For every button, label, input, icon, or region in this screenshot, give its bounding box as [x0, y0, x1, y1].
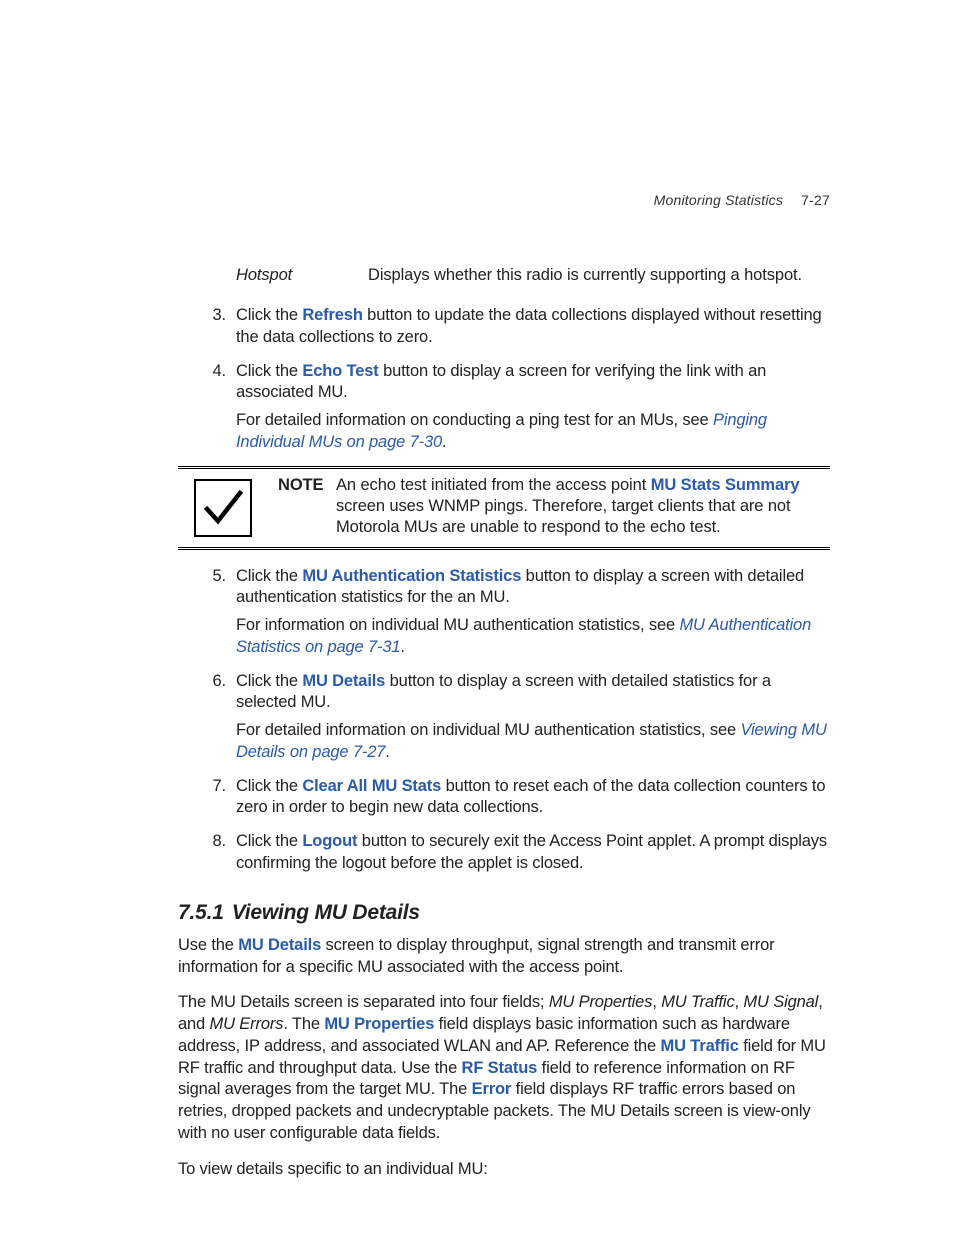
section-title: Viewing MU Details: [232, 901, 420, 924]
header-page-number: 7-27: [801, 192, 830, 208]
paragraph: The MU Details screen is separated into …: [178, 992, 830, 1144]
ui-term-clear-all-mu-stats: Clear All MU Stats: [302, 777, 441, 795]
step-7: 7. Click the Clear All MU Stats button t…: [178, 776, 830, 820]
paragraph: To view details specific to an individua…: [178, 1159, 830, 1181]
step-6: 6. Click the MU Details button to displa…: [178, 671, 830, 764]
step-5: 5. Click the MU Authentication Statistic…: [178, 566, 830, 659]
ui-term-error: Error: [472, 1080, 512, 1098]
ui-term-mu-stats-summary: MU Stats Summary: [651, 476, 800, 494]
ui-term-echo-test: Echo Test: [302, 362, 378, 380]
step-text: Click the Echo Test button to display a …: [236, 361, 830, 405]
page-header: Monitoring Statistics 7-27: [654, 192, 830, 208]
step-text: Click the Logout button to securely exit…: [236, 831, 830, 875]
step-number: 3.: [206, 305, 226, 327]
step-8: 8. Click the Logout button to securely e…: [178, 831, 830, 875]
content-body: Hotspot Displays whether this radio is c…: [178, 266, 830, 1180]
step-number: 4.: [206, 361, 226, 383]
ui-term-mu-details: MU Details: [302, 672, 385, 690]
step-number: 7.: [206, 776, 226, 798]
step-list: 3. Click the Refresh button to update th…: [178, 305, 830, 454]
definition-value: Displays whether this radio is currently…: [368, 266, 830, 285]
step-text-secondary: For detailed information on individual M…: [236, 720, 830, 764]
ui-term-rf-status: RF Status: [462, 1059, 538, 1077]
step-text-secondary: For detailed information on conducting a…: [236, 410, 830, 454]
step-number: 8.: [206, 831, 226, 853]
ui-term-mu-auth-stats: MU Authentication Statistics: [302, 567, 521, 585]
ui-term-mu-details: MU Details: [238, 936, 321, 954]
field-name-mu-errors: MU Errors: [210, 1015, 284, 1033]
definition-key: Hotspot: [236, 266, 368, 285]
section-number: 7.5.1: [178, 901, 224, 924]
step-text: Click the MU Authentication Statistics b…: [236, 566, 830, 610]
step-text: Click the Clear All MU Stats button to r…: [236, 776, 830, 820]
step-4: 4. Click the Echo Test button to display…: [178, 361, 830, 454]
note-body: NOTE An echo test initiated from the acc…: [278, 475, 830, 538]
header-title: Monitoring Statistics: [654, 192, 783, 208]
ui-term-refresh: Refresh: [302, 306, 362, 324]
ui-term-mu-properties: MU Properties: [324, 1015, 434, 1033]
field-name-mu-signal: MU Signal: [743, 993, 818, 1011]
step-3: 3. Click the Refresh button to update th…: [178, 305, 830, 349]
note-text: An echo test initiated from the access p…: [336, 475, 830, 538]
field-name-mu-properties: MU Properties: [549, 993, 653, 1011]
definition-row-hotspot: Hotspot Displays whether this radio is c…: [236, 266, 830, 285]
note-label: NOTE: [278, 475, 336, 538]
step-number: 6.: [206, 671, 226, 693]
document-page: Monitoring Statistics 7-27 Hotspot Displ…: [0, 0, 954, 1235]
step-text-secondary: For information on individual MU authent…: [236, 615, 830, 659]
section-heading: 7.5.1 Viewing MU Details: [178, 901, 830, 925]
step-list-continued: 5. Click the MU Authentication Statistic…: [178, 566, 830, 875]
note-callout: NOTE An echo test initiated from the acc…: [178, 466, 830, 550]
checkmark-icon: [194, 479, 252, 537]
ui-term-logout: Logout: [302, 832, 357, 850]
ui-term-mu-traffic: MU Traffic: [661, 1037, 739, 1055]
step-text: Click the Refresh button to update the d…: [236, 305, 830, 349]
field-name-mu-traffic: MU Traffic: [661, 993, 734, 1011]
step-number: 5.: [206, 566, 226, 588]
step-text: Click the MU Details button to display a…: [236, 671, 830, 715]
paragraph: Use the MU Details screen to display thr…: [178, 935, 830, 979]
